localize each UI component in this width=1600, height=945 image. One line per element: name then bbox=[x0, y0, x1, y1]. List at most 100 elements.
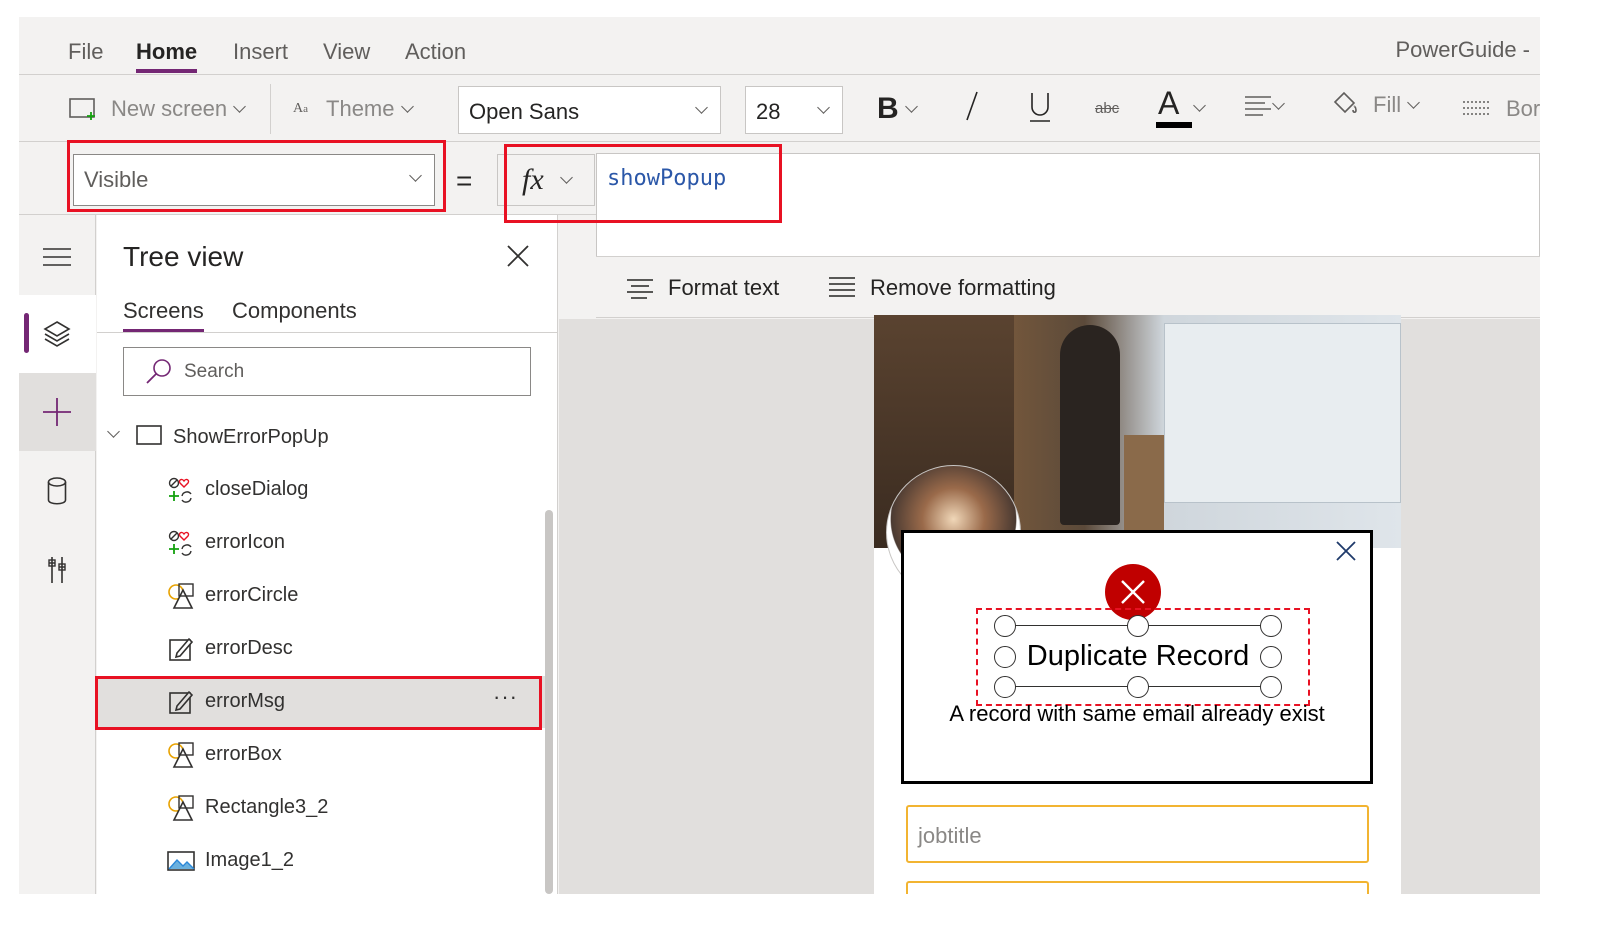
font-family-select[interactable]: Open Sans bbox=[458, 86, 721, 134]
fill-label: Fill bbox=[1373, 92, 1402, 117]
error-x-icon bbox=[1121, 580, 1145, 604]
app-name: PowerGuide - bbox=[1395, 37, 1530, 62]
bold-icon: B bbox=[877, 92, 899, 125]
chevron-down-icon bbox=[695, 101, 708, 114]
hamburger-menu-icon[interactable] bbox=[43, 247, 71, 267]
background-photo bbox=[874, 315, 1401, 600]
underline-button[interactable] bbox=[1029, 90, 1051, 124]
shapes-icon bbox=[168, 795, 194, 821]
italic-button[interactable] bbox=[964, 90, 980, 122]
underline-icon bbox=[1030, 93, 1050, 122]
tree-node[interactable]: errorCircle bbox=[97, 570, 547, 622]
menu-file[interactable]: File bbox=[68, 39, 103, 65]
icons-control-icon bbox=[168, 477, 192, 503]
new-screen-icon bbox=[69, 98, 95, 120]
font-family-value: Open Sans bbox=[469, 99, 580, 124]
close-dialog-icon[interactable] bbox=[1336, 541, 1356, 561]
chevron-down-icon bbox=[817, 101, 830, 114]
search-icon bbox=[146, 359, 171, 384]
popup-title: Duplicate Record bbox=[1026, 640, 1250, 672]
search-input[interactable]: Search bbox=[123, 347, 531, 396]
highlight-tree-node bbox=[95, 676, 542, 730]
tree-node[interactable]: Rectangle3_2 bbox=[97, 782, 547, 834]
format-text-button[interactable]: Format text bbox=[626, 275, 779, 301]
chevron-down-icon[interactable] bbox=[107, 425, 120, 438]
new-screen-button[interactable]: New screen bbox=[69, 96, 247, 122]
highlight-property bbox=[67, 140, 446, 212]
jobtitle-placeholder: jobtitle bbox=[918, 823, 982, 848]
app-screen: Duplicate Record A record with same emai… bbox=[874, 315, 1401, 894]
resize-handle[interactable] bbox=[994, 615, 1016, 637]
menu-view[interactable]: View bbox=[323, 39, 370, 65]
menu-home[interactable]: Home bbox=[136, 39, 198, 73]
search-placeholder: Search bbox=[184, 361, 245, 382]
theme-icon: Aa bbox=[293, 101, 309, 116]
next-input[interactable] bbox=[906, 881, 1369, 894]
tree-node-label: errorIcon bbox=[205, 531, 286, 553]
new-screen-label: New screen bbox=[111, 96, 228, 121]
theme-button[interactable]: Aa Theme bbox=[293, 96, 414, 122]
ribbon: New screen Aa Theme Open Sans 28 B abc A bbox=[19, 76, 1540, 142]
tab-components[interactable]: Components bbox=[232, 298, 357, 324]
strikethrough-button[interactable]: abc bbox=[1095, 100, 1119, 117]
presentation-screen bbox=[1164, 323, 1401, 503]
resize-handle[interactable] bbox=[994, 646, 1016, 668]
tree-node[interactable]: errorIcon bbox=[97, 517, 547, 569]
tree-node-label: Image1_2 bbox=[205, 849, 294, 871]
align-button[interactable] bbox=[1244, 94, 1285, 118]
tree-scrollbar[interactable] bbox=[545, 510, 553, 894]
left-rail bbox=[19, 215, 96, 894]
tree-view-rail-button[interactable] bbox=[19, 295, 96, 373]
resize-handle[interactable] bbox=[1260, 676, 1282, 698]
error-popup: Duplicate Record A record with same emai… bbox=[901, 530, 1373, 784]
border-label: Bor bbox=[1506, 96, 1540, 121]
fill-button[interactable]: Fill bbox=[1329, 90, 1420, 120]
tree-node[interactable]: errorBox bbox=[97, 729, 547, 781]
database-icon[interactable] bbox=[47, 477, 67, 505]
tree-node-label: Rectangle3_2 bbox=[205, 796, 329, 818]
shapes-icon bbox=[168, 583, 194, 609]
label-edit-icon bbox=[169, 637, 194, 661]
screen-icon bbox=[136, 425, 162, 445]
tree-node-label: errorDesc bbox=[205, 637, 293, 659]
tree-view-title: Tree view bbox=[123, 241, 244, 272]
tree-node-label: errorCircle bbox=[205, 584, 299, 606]
strikethrough-icon: abc bbox=[1095, 100, 1120, 117]
font-size-value: 28 bbox=[756, 99, 781, 124]
resize-handle[interactable] bbox=[1127, 676, 1149, 698]
screen-node[interactable]: ShowErrorPopUp bbox=[97, 411, 547, 463]
close-icon[interactable] bbox=[507, 245, 529, 267]
format-toolbar: Format text Remove formatting bbox=[596, 256, 1540, 318]
image-icon bbox=[167, 851, 195, 871]
font-color-icon: A bbox=[1156, 86, 1192, 128]
resize-handle[interactable] bbox=[1127, 615, 1149, 637]
layers-icon bbox=[43, 321, 71, 347]
font-color-button[interactable]: A bbox=[1155, 86, 1206, 130]
tree-node-label: errorBox bbox=[205, 743, 282, 765]
jobtitle-input[interactable]: jobtitle bbox=[906, 805, 1369, 863]
format-text-label: Format text bbox=[668, 275, 780, 300]
tab-screens[interactable]: Screens bbox=[123, 298, 204, 332]
resize-handle[interactable] bbox=[994, 676, 1016, 698]
speaker-figure bbox=[1060, 325, 1120, 525]
remove-formatting-icon bbox=[829, 277, 855, 297]
menu-action[interactable]: Action bbox=[405, 39, 466, 65]
tree-node[interactable]: Image1_2 bbox=[97, 835, 547, 887]
theme-label: Theme bbox=[326, 96, 395, 121]
popup-description: A record with same email already exist bbox=[949, 701, 1325, 726]
highlight-formula bbox=[504, 144, 782, 223]
tree-node[interactable]: closeDialog bbox=[97, 464, 547, 516]
menu-insert[interactable]: Insert bbox=[233, 39, 288, 65]
plus-icon bbox=[43, 398, 71, 426]
tree-node[interactable]: errorDesc bbox=[97, 623, 547, 675]
align-left-icon bbox=[1245, 96, 1271, 116]
remove-formatting-button[interactable]: Remove formatting bbox=[828, 275, 1056, 301]
font-size-select[interactable]: 28 bbox=[745, 86, 843, 134]
resize-handle[interactable] bbox=[1260, 646, 1282, 668]
border-button[interactable]: Bor bbox=[1462, 96, 1540, 122]
tools-icon[interactable] bbox=[47, 555, 69, 585]
bold-button[interactable]: B bbox=[877, 92, 918, 126]
paint-bucket-icon bbox=[1333, 91, 1357, 114]
insert-rail-button[interactable] bbox=[19, 373, 96, 451]
resize-handle[interactable] bbox=[1260, 615, 1282, 637]
